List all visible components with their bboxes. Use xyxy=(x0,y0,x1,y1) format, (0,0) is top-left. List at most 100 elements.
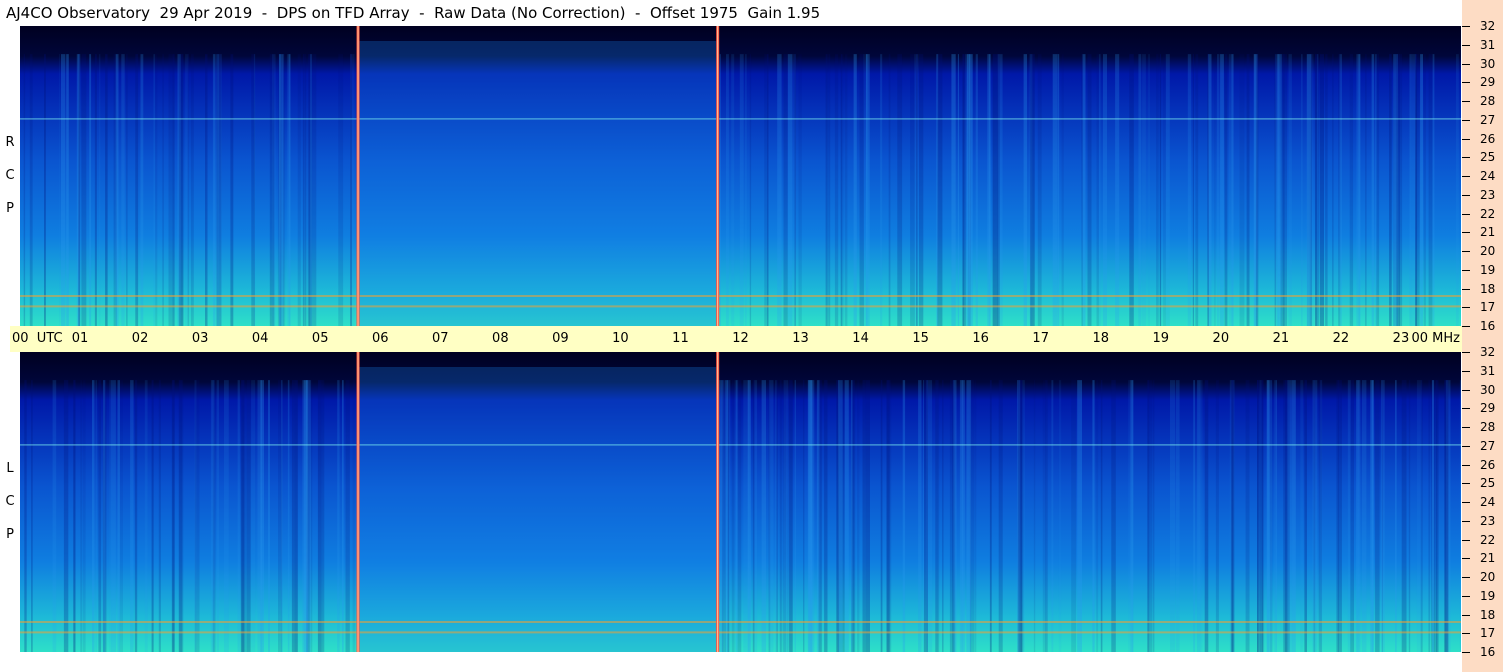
lcp-texture-streak xyxy=(102,380,107,652)
lcp-texture-streak xyxy=(144,380,148,652)
lcp-texture-streak xyxy=(1304,380,1307,652)
rcp-texture-streak xyxy=(105,54,108,326)
lcp-texture-streak xyxy=(803,380,805,652)
rcp-texture-streak xyxy=(1148,54,1150,326)
rcp-texture-streak xyxy=(1163,54,1166,326)
lcp-texture-streak xyxy=(880,380,883,652)
frequency-tick-label: 28 xyxy=(1480,420,1496,434)
lcp-texture-streak xyxy=(1215,380,1219,652)
lcp-texture-streak xyxy=(974,380,977,652)
rcp-texture-streak xyxy=(1138,54,1142,326)
lcp-texture-streak xyxy=(1092,380,1095,652)
lcp-texture-streak xyxy=(1111,380,1116,652)
rcp-texture-streak xyxy=(1195,54,1199,326)
time-tick-label: 15 xyxy=(912,331,929,346)
frequency-tick-label: 27 xyxy=(1480,438,1496,453)
rcp-spectrogram-svg xyxy=(20,26,1461,326)
time-tick-label: 22 xyxy=(1332,331,1350,346)
lcp-texture-streak xyxy=(862,380,866,652)
lcp-texture-streak xyxy=(1395,380,1397,652)
lcp-texture-streak xyxy=(776,380,778,652)
frequency-tick xyxy=(1462,82,1470,84)
rcp-texture-streak xyxy=(828,54,831,326)
rcp-texture-streak xyxy=(121,54,125,326)
rcp-texture-streak xyxy=(230,54,234,326)
frequency-tick-label: 21 xyxy=(1480,551,1496,566)
lcp-texture-streak xyxy=(278,380,283,652)
rcp-smooth-region xyxy=(358,41,718,326)
frequency-tick-label: 19 xyxy=(1480,588,1496,603)
rcp-texture-streak xyxy=(155,54,158,326)
rcp-texture-streak xyxy=(1061,54,1064,326)
lcp-texture-streak xyxy=(998,380,1003,652)
rcp-texture-streak xyxy=(1159,54,1162,326)
frequency-tick xyxy=(1462,213,1470,215)
time-tick-label: 18 xyxy=(1092,331,1110,346)
rcp-texture-streak xyxy=(1275,54,1280,326)
lcp-texture-streak xyxy=(1292,380,1296,652)
rcp-spectrogram xyxy=(20,26,1461,326)
rcp-texture-streak xyxy=(61,54,66,326)
lcp-texture-streak xyxy=(246,380,251,652)
rcp-texture-streak xyxy=(126,54,128,326)
frequency-tick-label: 32 xyxy=(1480,345,1496,359)
lcp-texture-streak xyxy=(95,380,97,652)
time-tick-label: 01 xyxy=(71,331,89,346)
rcp-texture-streak xyxy=(289,54,291,326)
frequency-tick-label: 23 xyxy=(1480,513,1496,528)
lcp-texture-streak xyxy=(886,380,892,652)
lcp-texture-streak xyxy=(291,380,294,652)
rcp-texture-streak xyxy=(719,54,721,326)
rcp-texture-streak xyxy=(1103,54,1107,326)
lcp-texture-streak xyxy=(73,380,75,652)
time-tick-label: 08 xyxy=(492,331,509,346)
lcp-texture-streak xyxy=(257,380,263,652)
rcp-texture-streak xyxy=(81,54,87,326)
rcp-texture-streak xyxy=(1217,54,1219,326)
lcp-texture-streak xyxy=(851,380,853,652)
rcp-texture-streak xyxy=(1096,54,1099,326)
lcp-texture-streak xyxy=(1287,380,1290,652)
rcp-time-marker-core xyxy=(357,26,359,326)
lcp-texture-streak xyxy=(779,380,782,652)
lcp-texture-streak xyxy=(1148,380,1153,652)
lcp-texture-streak xyxy=(294,380,298,652)
frequency-tick xyxy=(1462,176,1470,177)
rcp-texture-streak xyxy=(764,54,769,326)
lcp-texture-streak xyxy=(224,380,229,652)
frequency-tick-label: 16 xyxy=(1480,319,1496,333)
lcp-texture-streak xyxy=(1204,380,1209,652)
lcp-texture-streak xyxy=(158,380,161,652)
frequency-tick-label: 18 xyxy=(1480,281,1496,296)
lcp-texture-streak xyxy=(1300,380,1304,652)
rcp-texture-streak xyxy=(919,54,924,326)
frequency-tick-label: 25 xyxy=(1480,150,1496,165)
rcp-texture-streak xyxy=(94,54,97,326)
frequency-tick-label: 29 xyxy=(1480,401,1496,416)
frequency-tick-label: 30 xyxy=(1480,56,1496,71)
rcp-texture-streak xyxy=(1420,54,1423,326)
rcp-texture-streak xyxy=(253,54,256,326)
lcp-texture-streak xyxy=(342,380,344,652)
time-tick-label: 09 xyxy=(552,331,569,346)
frequency-tick-label: 32 xyxy=(1480,19,1496,33)
bottom-margin xyxy=(0,652,1462,672)
lcp-texture-streak xyxy=(1033,380,1036,652)
lcp-texture-streak xyxy=(902,380,906,652)
rcp-texture-streak xyxy=(731,54,735,326)
rcp-texture-streak xyxy=(1187,54,1192,326)
rcp-texture-streak xyxy=(350,54,355,326)
rcp-texture-streak xyxy=(1192,54,1194,326)
lcp-texture-streak xyxy=(1273,380,1277,652)
rcp-texture-streak xyxy=(749,54,752,326)
rcp-texture-streak xyxy=(1052,54,1058,326)
lcp-texture-streak xyxy=(1318,380,1322,652)
lcp-texture-streak xyxy=(171,380,175,652)
rcp-texture-streak xyxy=(98,54,101,326)
rcp-texture-streak xyxy=(1371,54,1375,326)
lcp-texture-streak xyxy=(151,380,154,652)
lcp-texture-streak xyxy=(752,380,755,652)
frequency-tick xyxy=(1462,101,1470,102)
lcp-texture-streak xyxy=(337,380,340,652)
lcp-texture-streak xyxy=(98,380,102,652)
